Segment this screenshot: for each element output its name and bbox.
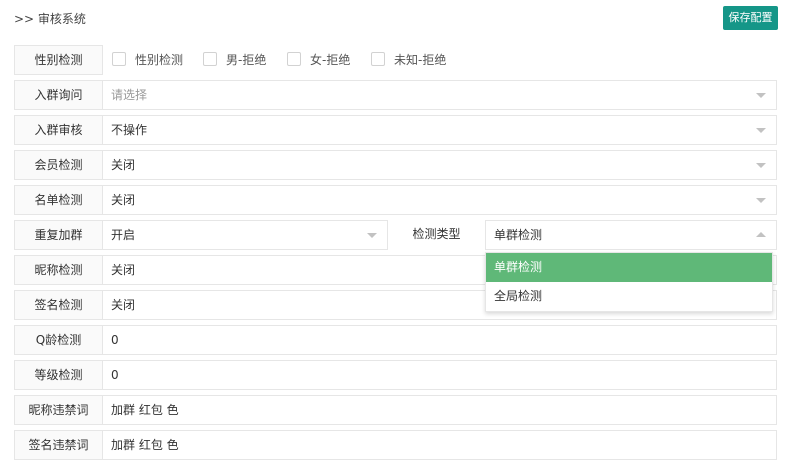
input-value: 加群 红包 色: [111, 438, 179, 452]
dropdown-option-global[interactable]: 全局检测: [486, 282, 772, 311]
checkbox-label: 女-拒绝: [310, 53, 351, 67]
select-value: 不操作: [111, 123, 148, 137]
chevron-down-icon: [756, 128, 766, 133]
level-row: 等级检测 0: [14, 360, 777, 390]
dropdown-option-single[interactable]: 单群检测: [486, 253, 772, 282]
join-ask-select[interactable]: 请选择: [103, 80, 777, 110]
input-value: 0: [111, 368, 119, 382]
checkbox-icon[interactable]: [287, 52, 301, 66]
join-review-row: 入群审核 不操作: [14, 115, 777, 145]
select-placeholder: 请选择: [111, 88, 148, 102]
nick-ban-input[interactable]: 加群 红包 色: [103, 395, 777, 425]
signature-label: 签名检测: [14, 290, 103, 320]
chevron-down-icon: [756, 163, 766, 168]
select-value: 关闭: [111, 263, 136, 277]
checkbox-label: 性别检测: [135, 53, 184, 67]
chevron-down-icon: [756, 93, 766, 98]
nickname-label: 昵称检测: [14, 255, 103, 285]
level-input[interactable]: 0: [103, 360, 777, 390]
q-age-label: Q龄检测: [14, 325, 103, 355]
chevron-down-icon: [367, 233, 377, 238]
select-value: 关闭: [111, 193, 136, 207]
gender-checkbox-group: 性别检测 男-拒绝 女-拒绝 未知-拒绝: [103, 45, 777, 75]
q-age-input[interactable]: 0: [103, 325, 777, 355]
input-value: 0: [111, 333, 119, 347]
member-row: 会员检测 关闭: [14, 150, 777, 180]
gender-label: 性别检测: [14, 45, 103, 75]
dup-join-label: 重复加群: [14, 220, 103, 250]
list-label: 名单检测: [14, 185, 103, 215]
gender-row: 性别检测 性别检测 男-拒绝 女-拒绝 未知-拒绝: [14, 45, 777, 75]
chevron-up-icon: [756, 232, 766, 237]
checkbox-icon[interactable]: [112, 52, 126, 66]
checkbox-label: 未知-拒绝: [394, 53, 447, 67]
join-review-label: 入群审核: [14, 115, 103, 145]
checkbox-icon[interactable]: [371, 52, 385, 66]
save-config-button[interactable]: 保存配置: [723, 6, 778, 30]
page-title: >> 审核系统: [14, 12, 86, 26]
detect-type-label: 检测类型: [412, 227, 461, 241]
member-select[interactable]: 关闭: [103, 150, 777, 180]
checkbox-icon[interactable]: [203, 52, 217, 66]
input-value: 加群 红包 色: [111, 403, 179, 417]
join-ask-row: 入群询问 请选择: [14, 80, 777, 110]
detect-type-select[interactable]: 单群检测: [485, 220, 777, 250]
select-value: 开启: [111, 228, 136, 242]
sig-ban-row: 签名违禁词 加群 红包 色: [14, 430, 777, 460]
join-review-select[interactable]: 不操作: [103, 115, 777, 145]
list-select[interactable]: 关闭: [103, 185, 777, 215]
join-ask-label: 入群询问: [14, 80, 103, 110]
sig-ban-input[interactable]: 加群 红包 色: [103, 430, 777, 460]
list-row: 名单检测 关闭: [14, 185, 777, 215]
select-value: 关闭: [111, 298, 136, 312]
detect-type-dropdown: 单群检测 全局检测: [485, 252, 773, 312]
sig-ban-label: 签名违禁词: [14, 430, 103, 460]
nick-ban-label: 昵称违禁词: [14, 395, 103, 425]
member-label: 会员检测: [14, 150, 103, 180]
select-value: 关闭: [111, 158, 136, 172]
q-age-row: Q龄检测 0: [14, 325, 777, 355]
level-label: 等级检测: [14, 360, 103, 390]
dup-join-row: 重复加群 开启 检测类型 单群检测: [14, 220, 777, 250]
select-value: 单群检测: [494, 228, 543, 242]
checkbox-label: 男-拒绝: [226, 53, 267, 67]
dup-join-select[interactable]: 开启: [103, 220, 388, 250]
nick-ban-row: 昵称违禁词 加群 红包 色: [14, 395, 777, 425]
chevron-down-icon: [756, 198, 766, 203]
